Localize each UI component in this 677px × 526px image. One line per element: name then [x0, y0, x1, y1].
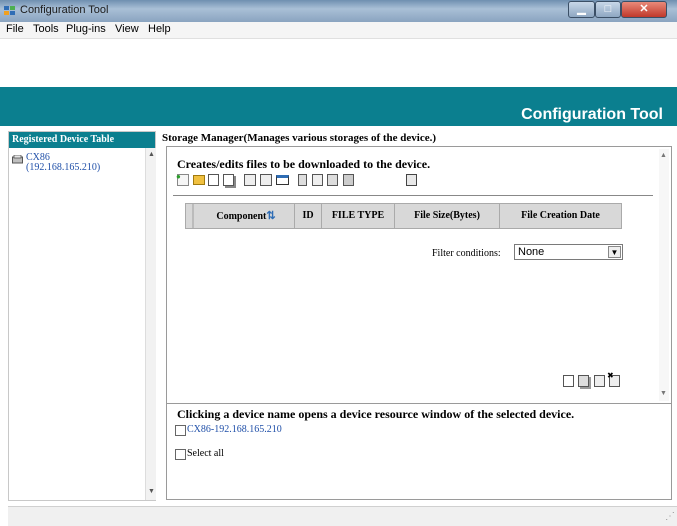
device-window-icon[interactable] — [406, 174, 417, 186]
select-all-label[interactable]: Select all — [187, 448, 224, 459]
import-icon[interactable] — [244, 174, 256, 186]
menu-help[interactable]: Help — [148, 23, 171, 35]
maximize-button[interactable]: □ — [595, 1, 621, 18]
device-icon — [12, 155, 23, 164]
row-action-toolbar: ✖ — [563, 371, 627, 388]
filter-select[interactable]: None ▼ — [514, 244, 623, 260]
toolbar-divider — [173, 195, 653, 196]
export-icon[interactable] — [260, 174, 272, 186]
minimize-button[interactable]: ▁ — [568, 1, 595, 18]
resize-grip-icon[interactable]: ⋰ — [665, 511, 675, 522]
filter-select-value: None — [518, 246, 545, 258]
column-id[interactable]: ID — [295, 204, 322, 228]
row-paste-icon[interactable] — [578, 375, 589, 387]
device-checkbox[interactable] — [175, 425, 186, 436]
transfer-icon[interactable] — [343, 174, 354, 186]
open-folder-icon[interactable] — [193, 175, 205, 185]
storage-manager-title: Storage Manager(Manages various storages… — [162, 132, 437, 144]
app-icon — [4, 6, 15, 15]
copy-icon[interactable] — [208, 174, 219, 186]
scroll-up-icon[interactable]: ▲ — [148, 151, 155, 158]
window-title: Configuration Tool — [20, 4, 109, 16]
menu-view[interactable]: View — [115, 23, 139, 35]
filter-label: Filter conditions: — [432, 248, 501, 259]
device-note: Clicking a device name opens a device re… — [177, 407, 575, 421]
sort-icon[interactable]: ⇅ — [266, 210, 275, 222]
scroll-down-icon[interactable]: ▼ — [660, 390, 667, 397]
menu-file[interactable]: File — [6, 23, 24, 35]
download-icon[interactable] — [298, 174, 307, 186]
column-file-creation-date[interactable]: File Creation Date — [500, 204, 621, 228]
device-checkbox-label[interactable]: CX86-192.168.165.210 — [187, 424, 282, 435]
column-component-label: Component — [216, 211, 267, 222]
file-table-header: Component⇅ ID FILE TYPE File Size(Bytes)… — [185, 203, 622, 229]
status-bar: ⋰ — [8, 506, 677, 526]
title-bar: Configuration Tool ▁ □ ✕ — [0, 0, 677, 22]
column-component[interactable]: Component⇅ — [198, 204, 295, 228]
storage-manager-panel: Creates/edits files to be downloaded to … — [166, 146, 672, 500]
compare-icon[interactable] — [312, 174, 323, 186]
file-toolbar: ● — [176, 172, 417, 188]
column-file-type[interactable]: FILE TYPE — [322, 204, 395, 228]
section-heading: Creates/edits files to be downloaded to … — [177, 157, 431, 171]
row-delete-icon[interactable]: ✖ — [607, 371, 620, 387]
close-button[interactable]: ✕ — [621, 1, 667, 18]
app-banner: Configuration Tool — [0, 87, 677, 126]
registered-device-panel: Registered Device Table CX86 (192.168.16… — [8, 131, 156, 501]
row-copy-icon[interactable] — [563, 375, 574, 387]
scroll-down-icon[interactable]: ▼ — [148, 488, 155, 495]
menu-bar: File Tools Plug-ins View Help — [0, 22, 677, 39]
paste-icon[interactable] — [223, 174, 234, 186]
row-add-icon[interactable] — [594, 375, 605, 387]
list-icon[interactable] — [276, 175, 289, 185]
select-all-checkbox[interactable] — [175, 449, 186, 460]
menu-plugins[interactable]: Plug-ins — [66, 23, 106, 35]
menu-tools[interactable]: Tools — [33, 23, 59, 35]
banner-title: Configuration Tool — [521, 106, 663, 123]
registered-device-header: Registered Device Table — [9, 132, 155, 148]
column-file-size[interactable]: File Size(Bytes) — [395, 204, 500, 228]
device-ip[interactable]: (192.168.165.210) — [26, 162, 100, 173]
chevron-down-icon[interactable]: ▼ — [608, 246, 621, 258]
file-list-scrollbar[interactable]: ▲ ▼ — [659, 149, 669, 401]
scroll-up-icon[interactable]: ▲ — [660, 152, 667, 159]
new-file-icon[interactable]: ● — [176, 172, 189, 186]
section-divider — [167, 403, 671, 404]
left-scrollbar[interactable]: ▲ ▼ — [145, 148, 156, 500]
upload-icon[interactable] — [327, 174, 338, 186]
